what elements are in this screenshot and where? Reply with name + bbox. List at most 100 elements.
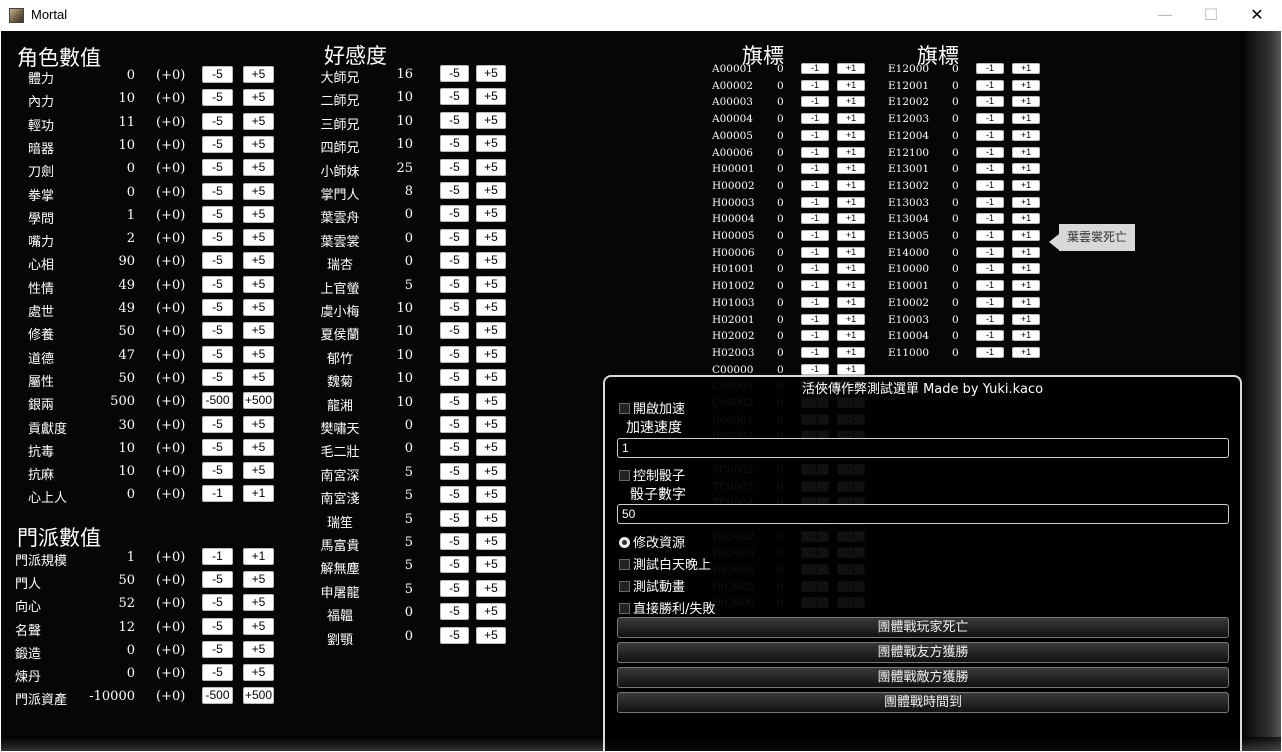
- close-button[interactable]: ✕: [1234, 0, 1280, 30]
- animation-checkbox[interactable]: [619, 581, 630, 592]
- flag-code: E12004: [888, 129, 930, 142]
- flag-minus-button[interactable]: -1: [976, 63, 1004, 74]
- flag-minus-button[interactable]: -1: [976, 230, 1004, 241]
- flag-code: E12100: [888, 146, 930, 159]
- sect-plus-button[interactable]: +500: [243, 687, 274, 705]
- flag-minus-button[interactable]: -1: [976, 96, 1004, 108]
- flag-plus-button[interactable]: +1: [1012, 96, 1040, 108]
- sect-minus-button[interactable]: -500: [202, 687, 233, 705]
- flag-minus-button[interactable]: -1: [976, 280, 1004, 292]
- daynight-toggle[interactable]: 測試白天晚上: [619, 554, 711, 573]
- flag-plus-button[interactable]: +1: [1012, 63, 1040, 74]
- flag-value: 0: [952, 330, 959, 343]
- sect-row: 門派資產 -10000 (+0) -500 +500: [1, 686, 301, 709]
- flag-minus-button[interactable]: -1: [976, 296, 1004, 308]
- flag-plus-button[interactable]: +1: [1012, 79, 1040, 91]
- flag-minus-button[interactable]: -1: [976, 163, 1004, 175]
- flag-row: E12004 0 -1 +1: [1, 128, 1101, 145]
- resource-radio[interactable]: 修改資源: [619, 532, 685, 551]
- affinity-minus-button[interactable]: -5: [440, 626, 469, 644]
- flag-minus-button[interactable]: -1: [976, 179, 1004, 191]
- flag-row: E10001 0 -1 +1: [1, 278, 1101, 295]
- daynight-checkbox[interactable]: [619, 559, 630, 570]
- flag-plus-button[interactable]: +1: [1012, 330, 1040, 342]
- affinity-plus-button[interactable]: +5: [476, 626, 506, 644]
- flag-value: 0: [952, 96, 959, 109]
- maximize-button[interactable]: ☐: [1188, 0, 1234, 30]
- flag-plus-button[interactable]: +1: [1012, 263, 1040, 275]
- dice-checkbox[interactable]: [619, 470, 630, 481]
- speed-checkbox[interactable]: [619, 403, 630, 414]
- flag-plus-button[interactable]: +1: [1012, 230, 1040, 241]
- flag-value: 0: [952, 346, 959, 359]
- flag-minus-button[interactable]: -1: [976, 196, 1004, 208]
- animation-toggle[interactable]: 測試動畫: [619, 576, 685, 595]
- speed-toggle[interactable]: 開啟加速: [619, 398, 685, 417]
- flag-plus-button[interactable]: +1: [1012, 113, 1040, 125]
- flag-minus-button[interactable]: -1: [976, 313, 1004, 325]
- flag-plus-button[interactable]: +1: [1012, 163, 1040, 175]
- flag-value: 0: [952, 146, 959, 159]
- flag-code: E10003: [888, 313, 930, 326]
- flag-minus-button[interactable]: -1: [976, 79, 1004, 91]
- flag-code: E12003: [888, 113, 930, 126]
- sect-value: -10000: [89, 689, 135, 705]
- time-up-button[interactable]: 團體戰時間到: [617, 692, 1229, 713]
- flag-minus-button[interactable]: -1: [801, 363, 829, 375]
- app-icon: [9, 8, 24, 23]
- flag-minus-button[interactable]: -1: [976, 113, 1004, 125]
- sect-minus-button[interactable]: -5: [202, 664, 233, 681]
- flag-plus-button[interactable]: +1: [1012, 146, 1040, 158]
- flag-minus-button[interactable]: -1: [976, 246, 1004, 258]
- flag-code: E13005: [888, 230, 930, 242]
- speed-label: 加速速度: [626, 420, 682, 436]
- flag-row: E13003 0 -1 +1: [1, 195, 1101, 212]
- flag-code: C00000: [712, 363, 754, 376]
- flag-minus-button[interactable]: -1: [976, 263, 1004, 275]
- flag-minus-button[interactable]: -1: [976, 213, 1004, 225]
- flag-plus-button[interactable]: +1: [1012, 346, 1040, 358]
- flag-minus-button[interactable]: -1: [976, 330, 1004, 342]
- flag-code: E14000: [888, 246, 930, 259]
- player-death-button[interactable]: 團體戰玩家死亡: [617, 617, 1229, 638]
- flag-plus-button[interactable]: +1: [1012, 313, 1040, 325]
- flag-row: E11000 0 -1 +1: [1, 345, 1101, 362]
- flag-value: 0: [952, 313, 959, 326]
- flag-minus-button[interactable]: -1: [976, 346, 1004, 358]
- flag-value: 0: [952, 213, 959, 226]
- flag-minus-button[interactable]: -1: [976, 129, 1004, 141]
- flag-row: E14000 0 -1 +1: [1, 245, 1101, 262]
- flag-plus-button[interactable]: +1: [1012, 129, 1040, 141]
- winlose-toggle[interactable]: 直接勝利/失敗: [619, 598, 715, 617]
- flag-code: E13002: [888, 179, 930, 192]
- resource-radio-dot[interactable]: [619, 537, 630, 548]
- daynight-toggle-label: 測試白天晚上: [633, 558, 712, 573]
- cheat-panel-title: 活俠傳作弊測試選單 Made by Yuki.kaco: [801, 382, 1044, 397]
- flag-value: 0: [777, 363, 784, 376]
- flag-plus-button[interactable]: +1: [1012, 296, 1040, 308]
- affinity-value: 0: [404, 628, 413, 644]
- flag-plus-button[interactable]: +1: [1012, 196, 1040, 208]
- flag-code: E10000: [888, 263, 930, 276]
- winlose-checkbox[interactable]: [619, 603, 630, 614]
- dice-input[interactable]: 50: [617, 504, 1229, 524]
- flag-plus-button[interactable]: +1: [1012, 213, 1040, 225]
- flag-plus-button[interactable]: +1: [1012, 246, 1040, 258]
- flag-code: E12001: [888, 79, 930, 92]
- dice-toggle[interactable]: 控制骰子: [619, 465, 685, 484]
- sect-delta: (+0): [156, 666, 186, 681]
- flag-row: E12100 0 -1 +1: [1, 145, 1101, 162]
- minimize-button[interactable]: —: [1142, 0, 1188, 30]
- enemy-win-button[interactable]: 團體戰敵方獲勝: [617, 667, 1229, 688]
- flag-value: 0: [952, 196, 959, 209]
- sect-plus-button[interactable]: +5: [243, 664, 274, 681]
- flag-minus-button[interactable]: -1: [976, 146, 1004, 158]
- speed-input[interactable]: 1: [617, 438, 1229, 458]
- dice-toggle-label: 控制骰子: [633, 469, 686, 484]
- flag-plus-button[interactable]: +1: [837, 363, 865, 375]
- ally-win-button[interactable]: 團體戰友方獲勝: [617, 642, 1229, 663]
- flag-plus-button[interactable]: +1: [1012, 280, 1040, 292]
- background-art: [1241, 31, 1281, 751]
- flag-plus-button[interactable]: +1: [1012, 179, 1040, 191]
- sect-label: 煉丹: [15, 670, 42, 685]
